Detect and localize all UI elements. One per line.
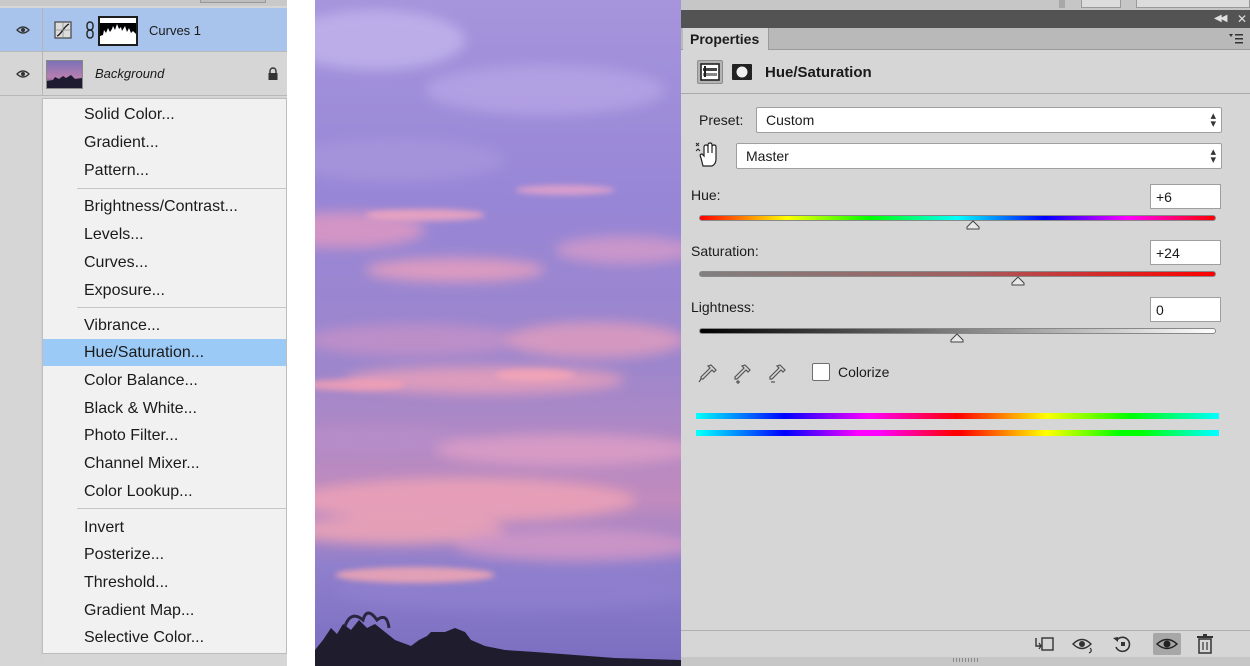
properties-panel-frame: ◀◀ ✕ Properties Hue/Saturation Preset: C… [681,0,1250,666]
saturation-input[interactable]: +24 [1150,240,1221,265]
colorize-checkbox[interactable] [812,363,830,381]
panel-tab-row: Properties [681,28,1250,51]
menu-item-posterize[interactable]: Posterize... [43,541,286,568]
hue-slider-track[interactable] [699,215,1216,221]
curves-adjustment-icon[interactable] [54,21,72,39]
link-icon[interactable] [84,20,96,40]
layer-name[interactable]: Curves 1 [149,23,201,38]
channel-value: Master [746,148,789,164]
eye-icon[interactable] [16,25,30,35]
adjustment-layer-menu: Solid Color... Gradient... Pattern... Br… [42,98,287,654]
eyedropper-icon[interactable] [697,362,719,384]
toggle-visibility-icon [1155,638,1179,650]
lightness-label: Lightness: [691,299,755,315]
layers-panel: Curves 1 Background Solid Color... Gradi… [0,0,287,666]
menu-item-invert[interactable]: Invert [43,514,286,541]
resize-grip[interactable] [953,658,979,662]
lock-icon [268,67,278,80]
collapse-panels-icon[interactable]: ◀◀ [1214,14,1227,24]
saturation-slider-track[interactable] [699,271,1216,277]
top-strip-stub [1059,0,1065,8]
properties-body: Hue/Saturation Preset: Custom ▴ ▾ Master … [681,50,1250,630]
menu-item-color-balance[interactable]: Color Balance... [43,367,286,394]
top-strip-stub [1136,0,1250,8]
layer-separator [42,8,43,52]
colorize-label: Colorize [838,364,890,380]
lightness-input[interactable]: 0 [1150,297,1221,322]
layers-footer-strip [42,654,287,666]
sunset-photo [315,0,681,666]
menu-item-hue-saturation[interactable]: Hue/Saturation... [43,339,286,366]
panel-title-bar: ◀◀ ✕ [681,10,1250,28]
menu-item-curves[interactable]: Curves... [43,249,286,276]
adjustment-icon-button[interactable] [697,60,723,84]
hue-input[interactable]: +6 [1150,184,1221,209]
menu-divider [77,307,286,308]
output-color-bar [696,430,1219,436]
preset-select[interactable]: Custom ▴ ▾ [756,107,1222,133]
channel-select[interactable]: Master ▴ ▾ [736,143,1222,169]
menu-item-gradient-map[interactable]: Gradient Map... [43,597,286,624]
layer-name[interactable]: Background [95,66,164,81]
targeted-adjustment-hand-icon[interactable] [695,142,721,168]
panel-bottom-strip [681,657,1250,666]
top-strip-stub [1081,0,1121,8]
layer-mask-thumbnail[interactable] [98,16,138,46]
document-canvas[interactable] [315,0,681,666]
menu-item-selective-color[interactable]: Selective Color... [43,624,286,651]
mask-icon-button[interactable] [729,60,755,84]
menu-divider [77,508,286,509]
delete-icon[interactable] [1193,633,1217,655]
menu-item-channel-mixer[interactable]: Channel Mixer... [43,450,286,477]
panel-menu-icon[interactable] [1228,33,1244,45]
preset-value: Custom [766,112,815,128]
view-previous-state-icon[interactable] [1071,633,1095,655]
properties-title: Hue/Saturation [765,64,872,81]
menu-item-color-lookup[interactable]: Color Lookup... [43,478,286,505]
layer-row-curves[interactable]: Curves 1 [0,8,287,52]
menu-item-vibrance[interactable]: Vibrance... [43,312,286,339]
updown-arrow-icon: ▴ ▾ [1210,110,1216,130]
menu-item-pattern[interactable]: Pattern... [43,157,286,184]
tab-stub [200,0,266,3]
menu-item-black-white[interactable]: Black & White... [43,395,286,422]
add-to-sample-eyedropper-icon[interactable] [731,362,753,384]
layer-separator [42,52,43,96]
background-thumbnail[interactable] [46,60,83,89]
eye-icon[interactable] [16,69,30,79]
menu-item-threshold[interactable]: Threshold... [43,569,286,596]
menu-item-gradient[interactable]: Gradient... [43,129,286,156]
lightness-slider-thumb[interactable] [950,333,964,343]
menu-item-brightness-contrast[interactable]: Brightness/Contrast... [43,193,286,220]
hue-slider-thumb[interactable] [966,220,980,230]
menu-item-levels[interactable]: Levels... [43,221,286,248]
saturation-slider-thumb[interactable] [1011,276,1025,286]
hue-label: Hue: [691,187,721,203]
saturation-label: Saturation: [691,243,759,259]
panel-top-strip [681,0,1250,10]
close-icon[interactable]: ✕ [1237,13,1247,25]
updown-arrow-icon: ▴ ▾ [1210,146,1216,166]
input-color-bar [696,413,1219,419]
toggle-visibility-button[interactable] [1153,633,1181,655]
menu-divider [77,188,286,189]
divider [681,93,1250,94]
reset-icon[interactable] [1111,633,1135,655]
photoshop-window: Curves 1 Background Solid Color... Gradi… [0,0,1250,666]
menu-item-solid-color[interactable]: Solid Color... [43,101,286,128]
menu-item-exposure[interactable]: Exposure... [43,277,286,304]
subtract-from-sample-eyedropper-icon[interactable] [766,362,788,384]
hue-saturation-icon [700,63,720,81]
properties-footer [681,630,1250,657]
mask-icon [732,64,752,80]
preset-label: Preset: [699,112,744,128]
tab-properties[interactable]: Properties [683,28,769,51]
layers-top-strip [0,0,287,6]
clip-to-layer-icon[interactable] [1033,633,1057,655]
layer-row-background[interactable]: Background [0,52,287,96]
menu-item-photo-filter[interactable]: Photo Filter... [43,422,286,449]
